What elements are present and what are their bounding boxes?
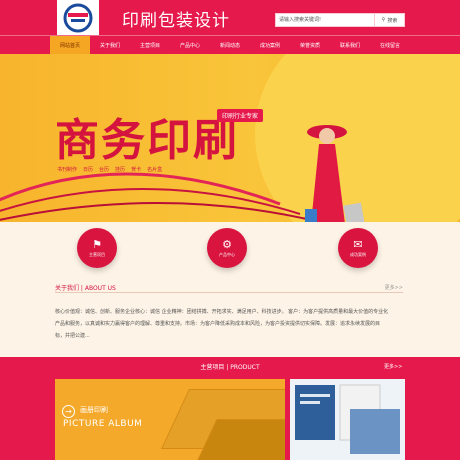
main-nav: 网站首页 关于我们 主营项目 产品中心 新闻动态 成功案例 荣誉资质 联系我们 … [0, 35, 460, 54]
nav-item-news[interactable]: 新闻动态 [210, 36, 250, 54]
search-box: 请输入搜索关键词! ⚲ 搜索 [275, 13, 405, 27]
banner-subitem: 日历 [83, 167, 94, 173]
gear-icon: ⚙ [222, 237, 232, 251]
banner-subitem: 名片盒 [147, 167, 163, 173]
search-button[interactable]: ⚲ 搜索 [375, 13, 405, 27]
service-projects[interactable]: ⚑ 主营项目 [77, 228, 117, 268]
product-card-album[interactable]: → 画册印刷 PICTURE ALBUM [55, 379, 285, 460]
banner-title: 商务印刷 [55, 115, 239, 166]
banner-tag: 印刷行业专家 [217, 109, 264, 122]
nav-item-projects[interactable]: 主营项目 [130, 36, 170, 54]
banner-subitem: 书刊制作 [57, 167, 78, 173]
product-card-brochure[interactable] [290, 379, 405, 460]
nav-item-contact[interactable]: 联系我们 [330, 36, 370, 54]
about-line: 标，并把公建... [55, 333, 90, 339]
logo[interactable] [57, 0, 99, 35]
site-title: 印刷包装设计 [122, 11, 230, 31]
search-icon: ⚲ [381, 17, 386, 23]
nav-item-about[interactable]: 关于我们 [90, 36, 130, 54]
brochure-image [290, 379, 405, 460]
nav-item-message[interactable]: 在线留言 [370, 36, 410, 54]
products-section: 主营项目 | PRODUCT 更多>> → 画册印刷 PICTURE ALBUM [0, 357, 460, 460]
service-label: 产品中心 [219, 251, 235, 257]
hero-banner[interactable]: 商务印刷 印刷行业专家 书刊制作 日历 台历 挂历 贺卡 名片盒 [0, 54, 460, 222]
banner-subitems: 书刊制作 日历 台历 挂历 贺卡 名片盒 [57, 166, 162, 173]
about-line: 产品和服务，以真诚和实力赢得客户的理解、尊重和支持。市场：为客户降低采购成本和风… [55, 321, 381, 327]
nav-item-home[interactable]: 网站首页 [50, 36, 90, 54]
product-card-title: 画册印刷 [80, 406, 108, 414]
product-card-subtitle: PICTURE ALBUM [63, 419, 143, 429]
service-label: 成功案例 [350, 251, 366, 257]
about-header: 关于我们 | ABOUT US 更多>> [55, 283, 403, 293]
about-line: 核心价值观：诚信、创新、服务企业核心：诚信 企业精神：团结拼搏、开拓求实、满足用… [55, 309, 389, 315]
chat-icon: ✉ [353, 237, 363, 251]
service-label: 主营项目 [89, 251, 105, 257]
service-products[interactable]: ⚙ 产品中心 [207, 228, 247, 268]
banner-subitem: 台历 [99, 167, 110, 173]
arrow-right-icon: → [62, 405, 75, 418]
about-title[interactable]: 关于我们 | ABOUT US [55, 283, 116, 292]
service-cases[interactable]: ✉ 成功案例 [338, 228, 378, 268]
banner-subitem: 挂历 [115, 167, 126, 173]
header: 印刷包装设计 请输入搜索关键词! ⚲ 搜索 [0, 0, 460, 35]
flag-icon: ⚑ [92, 237, 102, 251]
model-photo [305, 125, 365, 222]
nav-item-products[interactable]: 产品中心 [170, 36, 210, 54]
search-button-label: 搜索 [387, 17, 398, 24]
banner-subitem: 贺卡 [131, 167, 142, 173]
nav-item-honors[interactable]: 荣誉资质 [290, 36, 330, 54]
about-more-link[interactable]: 更多>> [385, 284, 403, 291]
logo-icon [63, 3, 93, 32]
search-input[interactable]: 请输入搜索关键词! [275, 13, 375, 27]
nav-item-cases[interactable]: 成功案例 [250, 36, 290, 54]
about-text: 核心价值观：诚信、创新、服务企业核心：诚信 企业精神：团结拼搏、开拓求实、满足用… [55, 306, 405, 342]
products-more-link[interactable]: 更多>> [384, 363, 402, 370]
